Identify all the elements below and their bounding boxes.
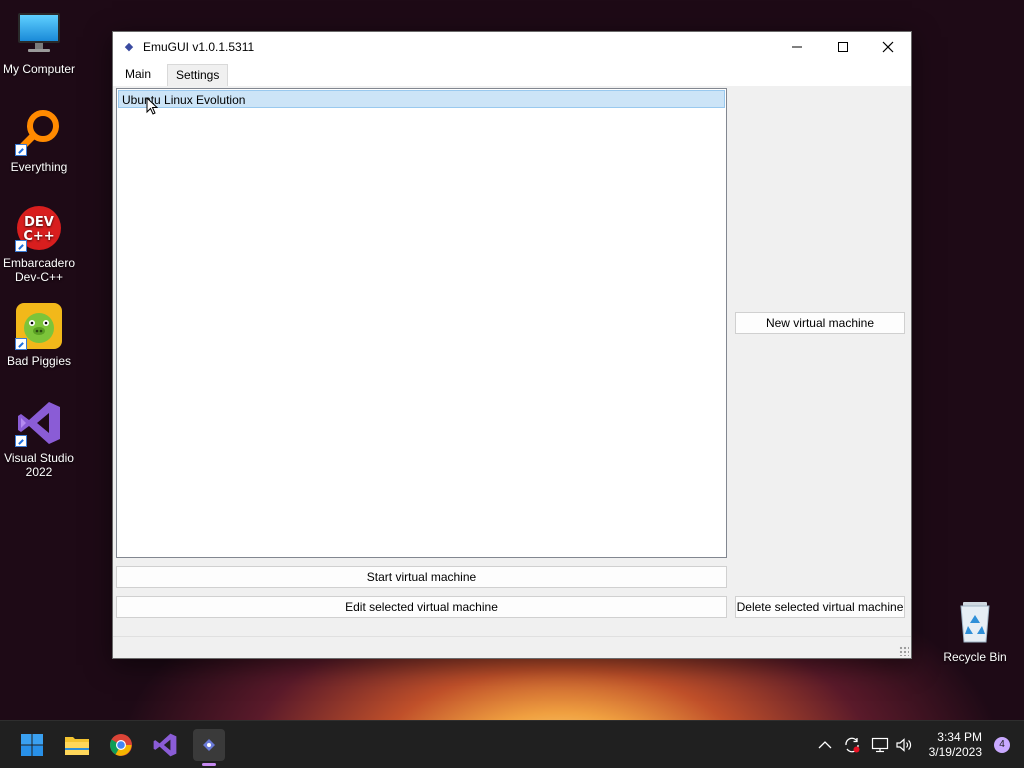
sync-icon	[845, 737, 860, 753]
svg-text:C++: C++	[23, 229, 54, 244]
maximize-button[interactable]	[820, 32, 866, 62]
mouse-cursor-icon	[146, 96, 159, 119]
file-explorer-icon	[65, 737, 89, 755]
desktop-icon-label: Everything	[10, 160, 68, 174]
tab-main[interactable]: Main	[117, 64, 160, 86]
main-tab-panel: Ubuntu Linux Evolution New virtual machi…	[114, 86, 910, 638]
desktop-icon-visual-studio[interactable]: Visual Studio 2022	[0, 399, 78, 479]
start-vm-button[interactable]: Start virtual machine	[116, 566, 727, 588]
pig-icon	[15, 302, 63, 350]
visual-studio-icon	[153, 733, 177, 757]
dev-cpp-icon: DEV C++	[15, 204, 63, 252]
desktop-icon-label: Bad Piggies	[6, 354, 72, 368]
notification-badge[interactable]: 4	[994, 737, 1010, 753]
maximize-icon	[838, 42, 848, 52]
tray-sync-button[interactable]	[843, 721, 861, 768]
tray-network-button[interactable]	[871, 721, 889, 768]
desktop-icon-everything[interactable]: Everything	[0, 108, 78, 174]
shortcut-arrow-icon	[15, 144, 27, 156]
speaker-icon	[896, 738, 912, 752]
desktop-icon-dev-cpp[interactable]: DEV C++ Embarcadero Dev-C++	[0, 204, 78, 284]
chrome-icon	[110, 734, 132, 756]
vm-list-item[interactable]: Ubuntu Linux Evolution	[118, 90, 725, 108]
magnifier-icon	[15, 108, 63, 156]
recycle-bin-icon	[951, 598, 999, 646]
shortcut-arrow-icon	[15, 435, 27, 447]
close-button[interactable]	[865, 32, 911, 62]
taskbar-file-explorer[interactable]	[61, 729, 93, 761]
taskbar: 3:34 PM 3/19/2023 4	[0, 720, 1024, 768]
minimize-icon	[792, 46, 802, 48]
status-bar	[113, 636, 911, 658]
new-vm-button[interactable]: New virtual machine	[735, 312, 905, 334]
taskbar-emugui[interactable]	[193, 729, 225, 766]
tab-settings[interactable]: Settings	[167, 64, 229, 86]
active-app-indicator	[202, 763, 216, 766]
desktop-icon-label: My Computer	[2, 62, 76, 76]
window-title: EmuGUI v1.0.1.5311	[143, 40, 255, 54]
svg-text:DEV: DEV	[24, 215, 54, 230]
desktop-icon-recycle-bin[interactable]: Recycle Bin	[936, 598, 1014, 664]
taskbar-visual-studio[interactable]	[149, 729, 181, 761]
close-icon	[882, 41, 894, 53]
taskbar-chrome[interactable]	[105, 729, 137, 761]
title-bar[interactable]: ◆ EmuGUI v1.0.1.5311	[113, 32, 911, 62]
tray-overflow-button[interactable]	[818, 721, 832, 768]
network-icon	[871, 737, 889, 753]
visual-studio-icon	[15, 399, 63, 447]
emugui-app-icon: ◆	[124, 41, 134, 53]
desktop-icon-label: Visual Studio 2022	[4, 451, 74, 479]
chevron-up-icon	[818, 741, 832, 749]
desktop-icon-label: Recycle Bin	[943, 650, 1007, 664]
taskbar-clock[interactable]: 3:34 PM 3/19/2023	[929, 730, 982, 760]
emugui-icon	[203, 739, 215, 751]
desktop-icon-label: Embarcadero Dev-C++	[2, 256, 76, 284]
minimize-button[interactable]	[774, 32, 820, 62]
clock-time: 3:34 PM	[937, 730, 982, 744]
vm-list[interactable]: Ubuntu Linux Evolution	[116, 88, 727, 558]
shortcut-arrow-icon	[15, 338, 27, 350]
delete-vm-button[interactable]: Delete selected virtual machine	[735, 596, 905, 618]
shortcut-arrow-icon	[15, 240, 27, 252]
desktop-icon-my-computer[interactable]: My Computer	[0, 10, 78, 76]
tab-bar: Main Settings	[113, 62, 911, 86]
start-button[interactable]	[16, 729, 48, 761]
edit-vm-button[interactable]: Edit selected virtual machine	[116, 596, 727, 618]
start-icon	[21, 734, 43, 756]
clock-date: 3/19/2023	[928, 745, 982, 759]
resize-grip-icon[interactable]	[899, 646, 909, 656]
tray-volume-button[interactable]	[895, 721, 913, 768]
emugui-window: ◆ EmuGUI v1.0.1.5311 Main Settings Ubunt…	[112, 31, 912, 659]
monitor-icon	[15, 10, 63, 58]
desktop-icon-bad-piggies[interactable]: Bad Piggies	[0, 302, 78, 368]
